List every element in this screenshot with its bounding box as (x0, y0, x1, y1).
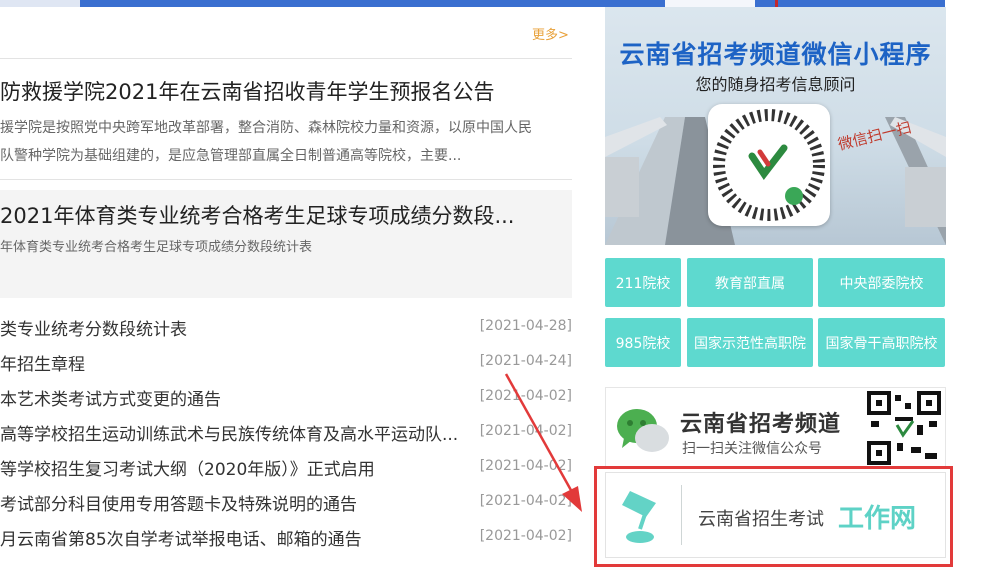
news-list-item[interactable]: 高等学校招生运动训练武术与民族传统体育及高水平运动队... [2021-04-0… (0, 414, 572, 449)
news-title[interactable]: 考试部分科目使用专用答题卡及特殊说明的通告 (0, 490, 357, 515)
wechat-subtitle: 扫一扫关注微信公众号 (682, 441, 822, 457)
wechat-account-banner[interactable]: 云南省招考频道 扫一扫关注微信公众号 (605, 387, 946, 467)
wechat-icon (617, 409, 669, 452)
tag-central-ministry[interactable]: 中央部委院校 (818, 258, 945, 307)
work-portal-link[interactable]: 云南省招生考试 工作网 (605, 472, 946, 558)
mini-program-banner[interactable]: 云南省招考频道微信小程序 您的随身招考信息顾问 微信扫一扫 (605, 7, 946, 245)
news-date: [2021-04-02] (479, 528, 572, 544)
top-banner-segment (665, 0, 755, 7)
featured-news-title[interactable]: 防救援学院2021年在云南省招收青年学生预报名公告 (0, 76, 494, 106)
news-list-item[interactable]: 本艺术类考试方式变更的通告 [2021-04-02] (0, 379, 572, 414)
divider (0, 179, 572, 180)
divider (0, 58, 572, 59)
news-list-item[interactable]: 类专业统考分数段统计表 [2021-04-28] (0, 309, 572, 344)
news-title[interactable]: 高等学校招生运动训练武术与民族传统体育及高水平运动队... (0, 420, 458, 445)
tag-moe-direct[interactable]: 教育部直属 (687, 258, 813, 307)
annotation-arrow-icon (504, 373, 582, 512)
news-list-item[interactable]: 年招生章程 [2021-04-24] (0, 344, 572, 379)
more-link[interactable]: 更多> (532, 24, 569, 43)
news-title[interactable]: 类专业统考分数段统计表 (0, 315, 187, 340)
wechat-qr-code-icon (867, 391, 941, 465)
tag-985[interactable]: 985院校 (605, 318, 681, 367)
tag-211[interactable]: 211院校 (605, 258, 681, 307)
top-banner-segment (0, 0, 80, 7)
promo-title: 云南省招考频道微信小程序 (619, 40, 932, 69)
promo-subtitle: 您的随身招考信息顾问 (695, 75, 856, 94)
news-date: [2021-04-24] (479, 353, 572, 369)
news-list: 类专业统考分数段统计表 [2021-04-28] 年招生章程 [2021-04-… (0, 309, 572, 554)
featured-news-desc: 援学院是按照党中央跨军地改革部署，整合消防、森林院校力量和资源，以原中国人民 队… (0, 114, 575, 170)
news-list-item[interactable]: 考试部分科目使用专用答题卡及特殊说明的通告 [2021-04-02] (0, 484, 572, 519)
news-title[interactable]: 本艺术类考试方式变更的通告 (0, 385, 221, 410)
news-title[interactable]: 月云南省第85次自学考试举报电话、邮箱的通告 (0, 525, 362, 550)
work-portal-title: 云南省招生考试 (698, 509, 824, 530)
top-banner-segment (775, 0, 778, 7)
news-title[interactable]: 等学校招生复习考试大纲（2020年版）》正式启用 (0, 455, 375, 480)
news-list-item[interactable]: 等学校招生复习考试大纲（2020年版）》正式启用 [2021-04-02] (0, 449, 572, 484)
desc-line: 援学院是按照党中央跨军地改革部署，整合消防、森林院校力量和资源，以原中国人民 (0, 120, 532, 136)
top-banner-strip (0, 0, 945, 7)
divider (681, 485, 682, 545)
tag-demo-vocational[interactable]: 国家示范性高职院 (687, 318, 813, 367)
work-portal-brand: 工作网 (838, 504, 917, 534)
news-title[interactable]: 年招生章程 (0, 350, 85, 375)
wechat-title: 云南省招考频道 (680, 412, 842, 437)
news-date: [2021-04-28] (479, 318, 572, 334)
desk-lamp-icon (622, 491, 656, 543)
desc-line: 队警种学院为基础组建的，是应急管理部直属全日制普通高等院校，主要... (0, 148, 462, 164)
mini-program-qr-icon (708, 104, 830, 226)
news-list-item[interactable]: 月云南省第85次自学考试举报电话、邮箱的通告 [2021-04-02] (0, 519, 572, 554)
featured-news-desc: 年体育类专业统考合格考生足球专项成绩分数段统计表 (0, 240, 313, 255)
featured-news-2[interactable]: 2021年体育类专业统考合格考生足球专项成绩分数段... 年体育类专业统考合格考… (0, 190, 572, 298)
tag-backbone-vocational[interactable]: 国家骨干高职院校 (818, 318, 945, 367)
featured-news-title[interactable]: 2021年体育类专业统考合格考生足球专项成绩分数段... (0, 200, 514, 230)
